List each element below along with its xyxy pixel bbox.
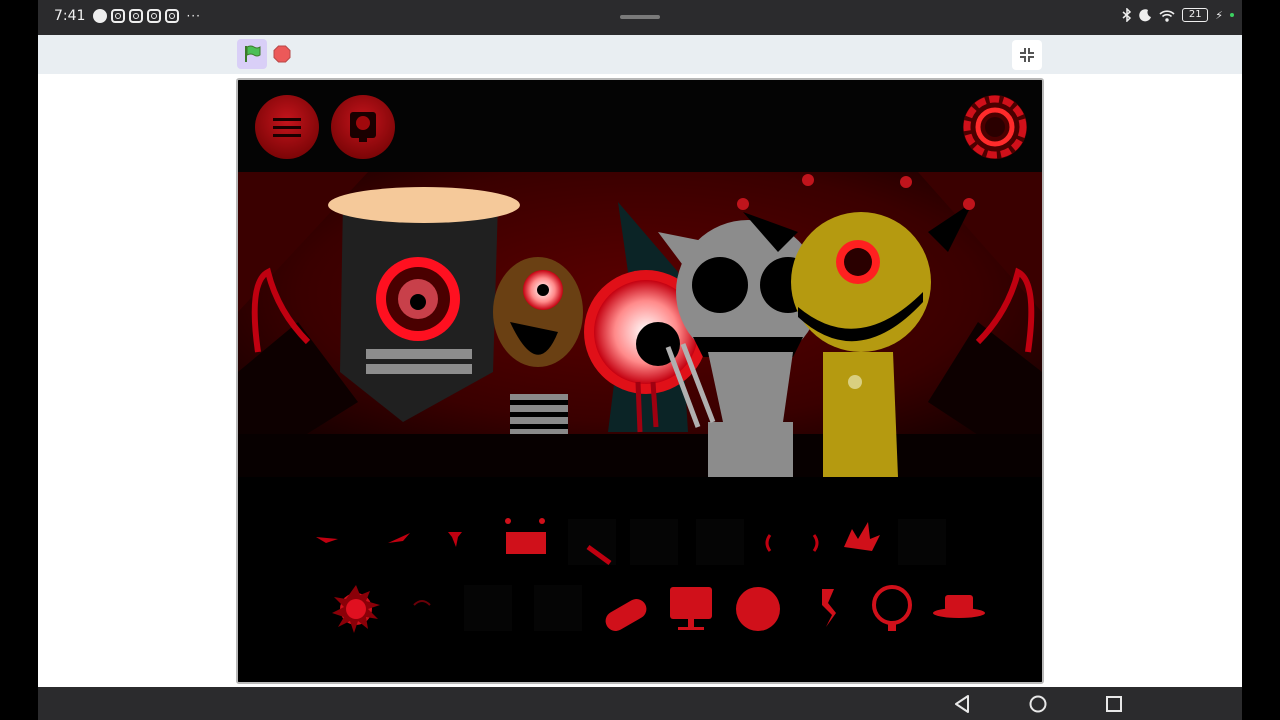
instagram-icon: [147, 9, 162, 23]
privacy-indicator: [1230, 13, 1234, 17]
status-bar: 7:41 ··· 21 ⚡: [38, 0, 1242, 35]
sound-beat-1[interactable]: [316, 537, 338, 543]
more-notifications-icon: ···: [186, 9, 201, 23]
sound-melody-9[interactable]: [872, 585, 912, 631]
back-icon: [955, 695, 969, 713]
sound-beat-5[interactable]: [568, 519, 616, 565]
sound-melody-5[interactable]: [602, 595, 650, 634]
home-icon: [1029, 695, 1047, 713]
reset-button[interactable]: [962, 94, 1028, 160]
sound-beat-9[interactable]: [844, 522, 880, 551]
screen: 7:41 ··· 21 ⚡: [0, 0, 1280, 720]
sound-beat-3[interactable]: [448, 532, 462, 547]
nav-home-button[interactable]: [1028, 694, 1048, 714]
battery-level: 21: [1188, 9, 1202, 20]
sound-row-2: [332, 585, 985, 634]
do-not-disturb-moon-icon: [1139, 8, 1152, 21]
drag-handle[interactable]: [620, 15, 660, 19]
instagram-icon: [165, 9, 180, 23]
sound-melody-7[interactable]: [736, 587, 780, 631]
sound-row-1: [316, 518, 946, 566]
sound-melody-4[interactable]: [534, 585, 582, 631]
status-time: 7:41: [54, 8, 86, 24]
performer-scene: [238, 172, 1042, 477]
stop-sign-icon: [273, 45, 291, 63]
nav-back-button[interactable]: [952, 694, 972, 714]
recents-icon: [1106, 696, 1122, 712]
menu-icon: [273, 118, 301, 137]
sound-melody-6[interactable]: [670, 587, 712, 630]
character-select-button[interactable]: [331, 95, 395, 159]
character-icon: [350, 112, 376, 142]
navigation-bar: [38, 687, 1242, 720]
player-toolbar: [38, 35, 1242, 74]
nav-recents-button[interactable]: [1104, 694, 1124, 714]
sound-melody-2[interactable]: [413, 600, 431, 606]
sound-beat-6[interactable]: [630, 519, 678, 565]
green-flag-icon: [245, 45, 261, 62]
bluetooth-icon: [1122, 8, 1132, 22]
sound-melody-10[interactable]: [933, 595, 985, 618]
instagram-icon: [129, 9, 144, 23]
sound-melody-8[interactable]: [822, 589, 836, 627]
sound-tray: [238, 477, 1042, 682]
menu-button[interactable]: [255, 95, 319, 159]
sound-beat-10[interactable]: [898, 519, 946, 565]
sound-beat-4[interactable]: [505, 518, 546, 554]
sound-beat-8[interactable]: [765, 534, 819, 552]
charging-icon: ⚡: [1215, 8, 1223, 22]
stop-button[interactable]: [273, 45, 291, 63]
sound-melody-1[interactable]: [332, 585, 380, 633]
exit-fullscreen-button[interactable]: [1012, 40, 1042, 70]
battery-icon: 21: [1182, 8, 1209, 22]
green-flag-button[interactable]: [237, 39, 267, 69]
game-top-bar: [238, 80, 1042, 172]
messenger-icon: [93, 9, 108, 23]
sound-beat-7[interactable]: [696, 519, 744, 565]
instagram-icon: [111, 9, 126, 23]
game-stage[interactable]: [236, 78, 1044, 684]
sound-melody-3[interactable]: [464, 585, 512, 631]
status-left: 7:41 ···: [54, 8, 201, 24]
sound-beat-2[interactable]: [388, 533, 410, 543]
status-right: 21 ⚡: [1122, 8, 1234, 22]
wifi-icon: [1159, 9, 1175, 22]
exit-fullscreen-icon: [1020, 48, 1034, 62]
